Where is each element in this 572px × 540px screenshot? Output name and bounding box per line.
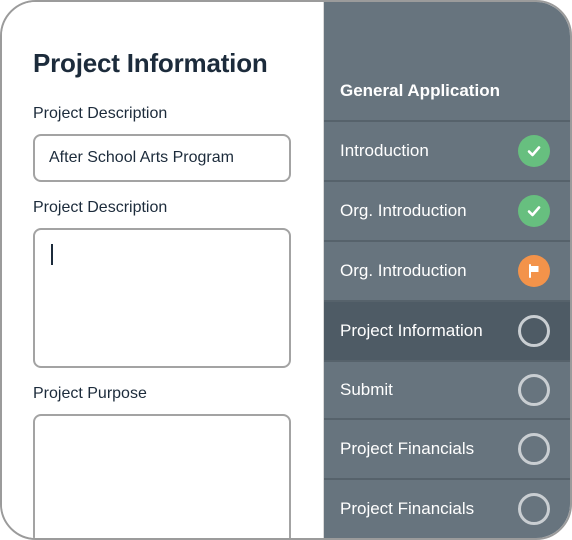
text-cursor (51, 244, 53, 265)
empty-circle-icon (518, 374, 550, 406)
step-introduction[interactable]: Introduction (324, 120, 570, 180)
step-label: Introduction (340, 141, 429, 160)
step-label: Project Information (340, 321, 483, 340)
project-description-label: Project Description (33, 105, 168, 122)
step-label: Project Financials (340, 439, 475, 458)
form-pane: Project Information Project Description … (2, 2, 323, 538)
project-purpose-textarea[interactable] (33, 414, 291, 538)
project-description-2-label: Project Description (33, 199, 168, 216)
flag-icon (518, 255, 550, 287)
step-label: Project Financials (340, 499, 475, 518)
project-description-input[interactable] (33, 134, 291, 182)
empty-circle-icon (518, 493, 550, 525)
empty-circle-icon (518, 433, 550, 465)
step-project-financials-2[interactable]: Project Financials (324, 478, 570, 538)
step-label: Submit (340, 380, 393, 399)
sidebar-header: General Application (340, 81, 500, 100)
page-title: Project Information (33, 48, 268, 78)
step-org-introduction[interactable]: Org. Introduction (324, 180, 570, 240)
step-project-information[interactable]: Project Information (324, 300, 570, 360)
step-label: Org. Introduction (340, 261, 467, 280)
step-label: Org. Introduction (340, 201, 467, 220)
step-submit[interactable]: Submit (324, 360, 570, 418)
project-purpose-label: Project Purpose (33, 385, 147, 402)
project-description-textarea[interactable] (33, 228, 291, 368)
empty-circle-icon (518, 315, 550, 347)
app-window: Project Information Project Description … (0, 0, 572, 540)
step-org-introduction-2[interactable]: Org. Introduction (324, 240, 570, 300)
step-sidebar: General Application Introduction Org. In… (324, 2, 570, 538)
check-icon (518, 135, 550, 167)
check-icon (518, 195, 550, 227)
step-project-financials[interactable]: Project Financials (324, 418, 570, 478)
